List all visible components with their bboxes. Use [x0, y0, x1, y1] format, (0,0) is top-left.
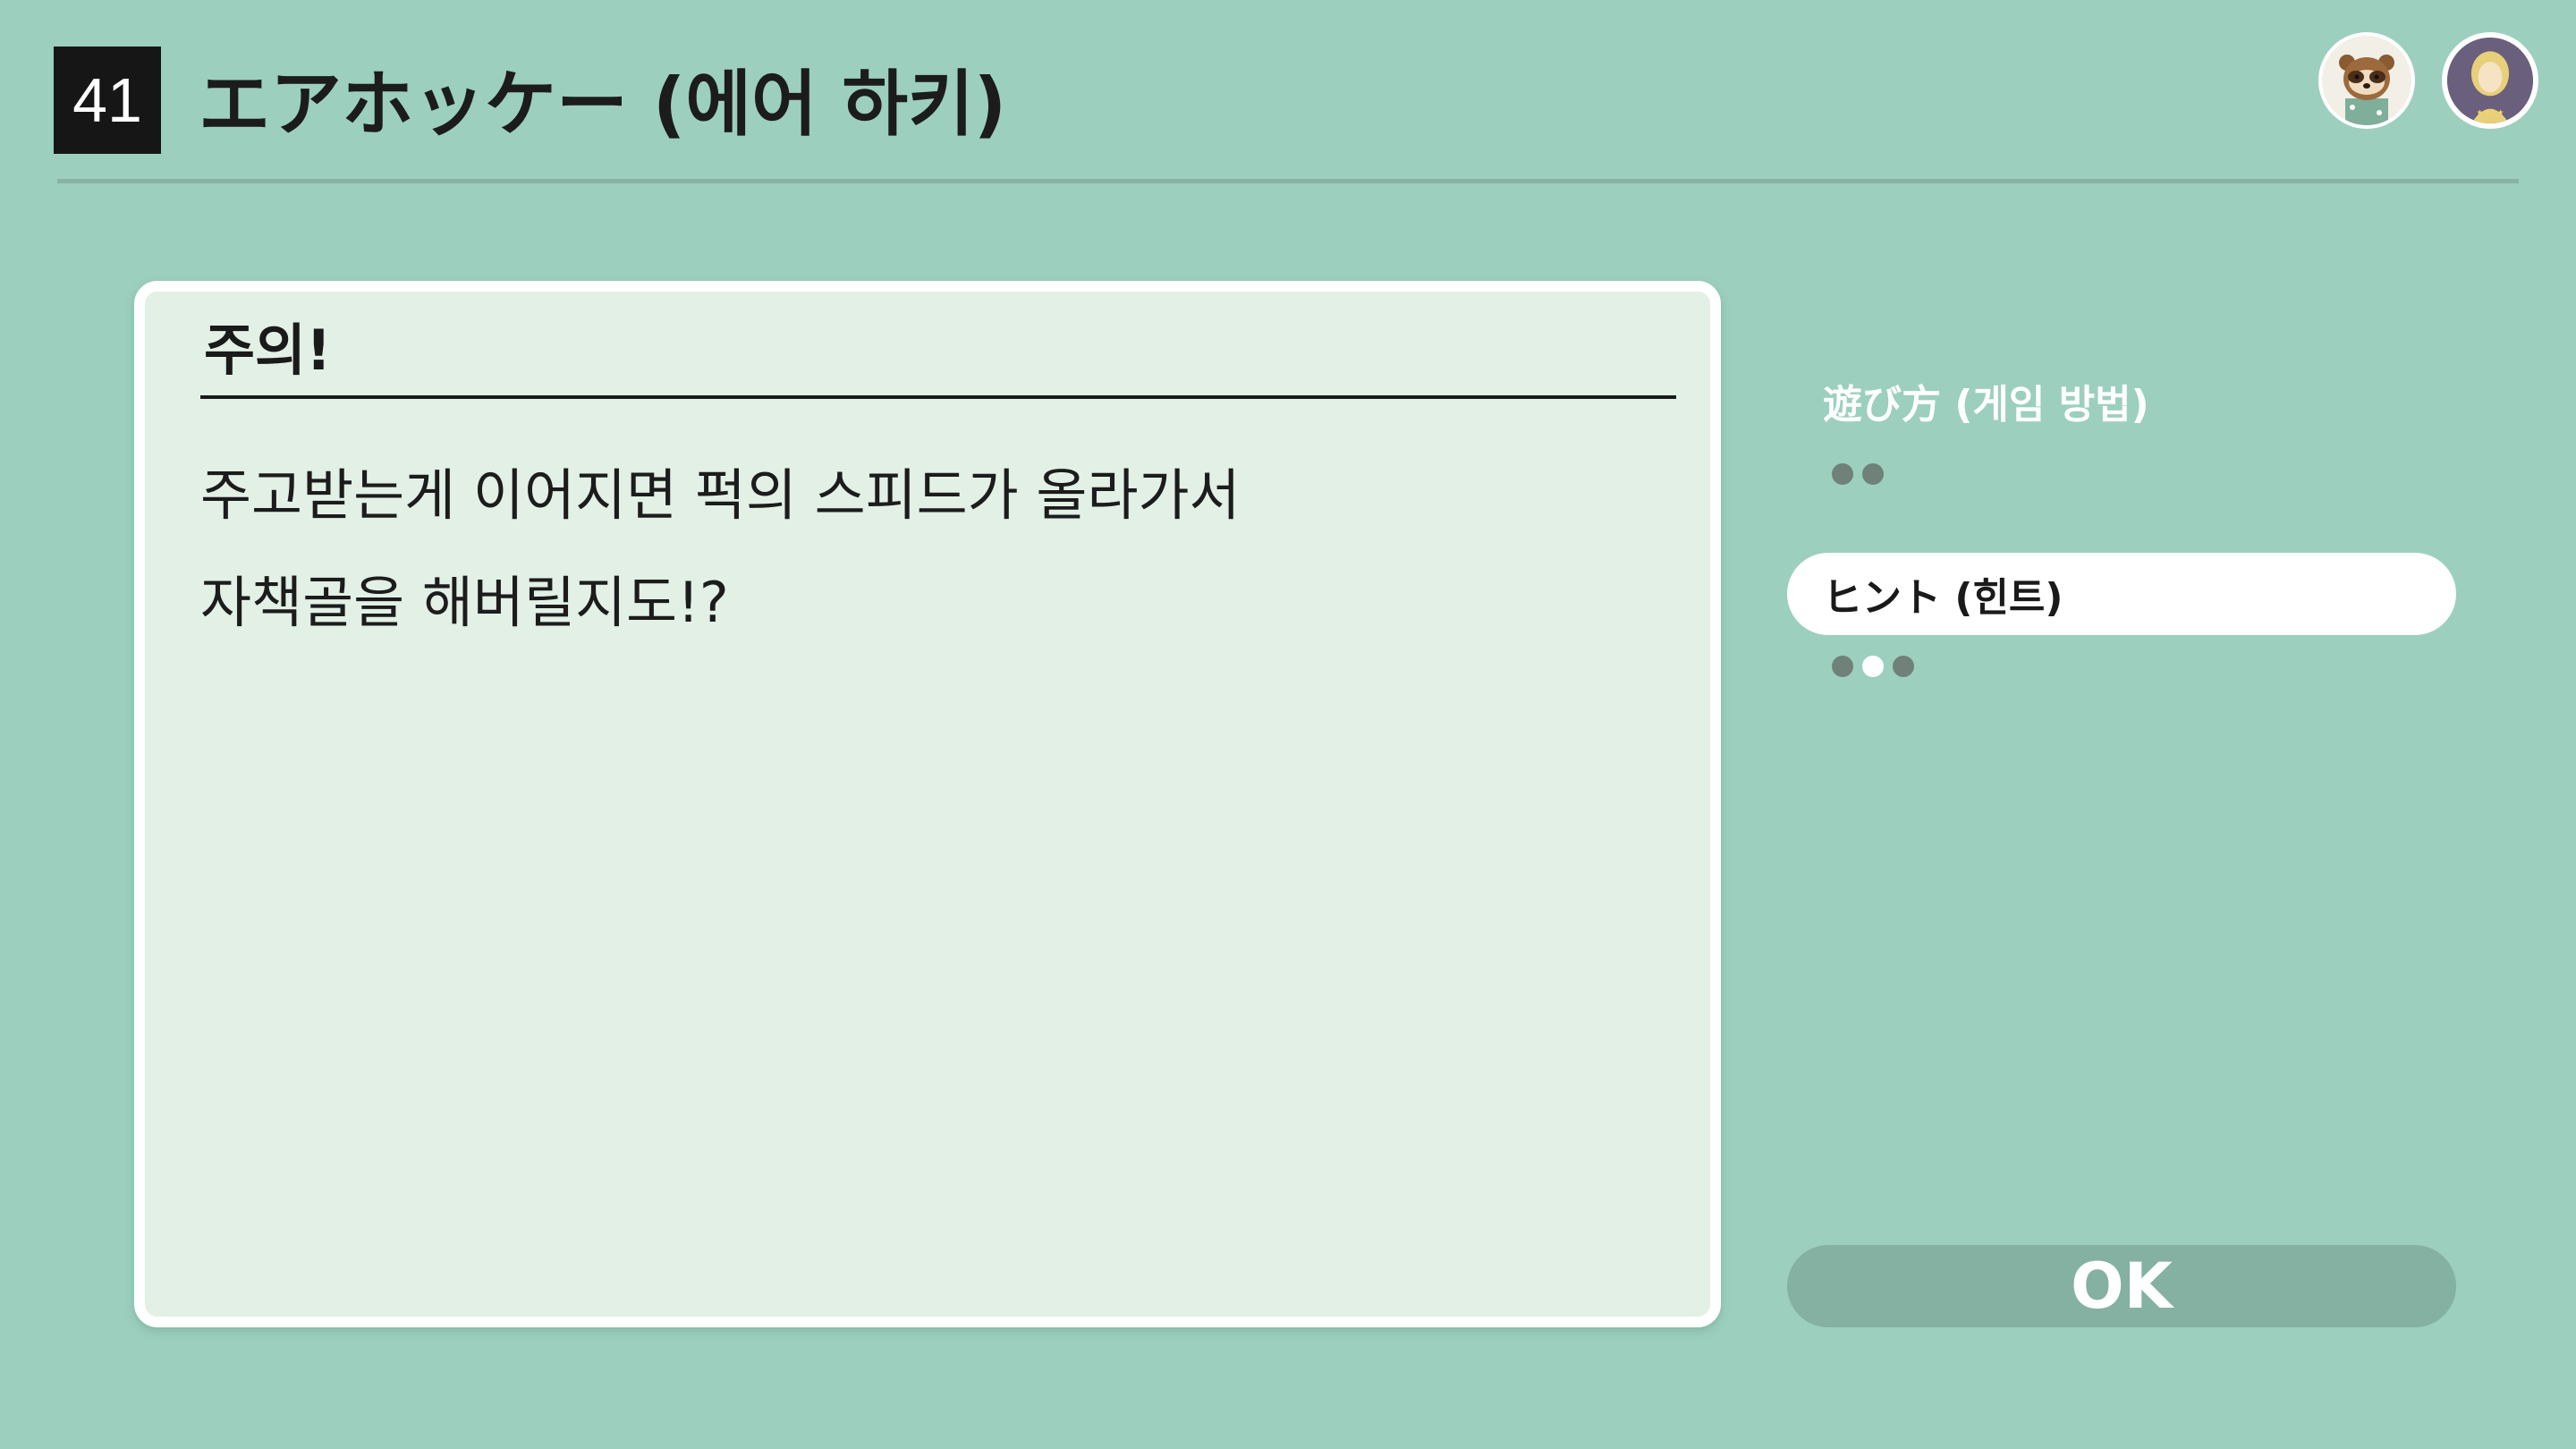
card-body: 주고받는게 이어지면 퍽의 스피드가 올라가서 자책골을 해버릴지도!?	[200, 442, 1676, 657]
ok-button[interactable]: OK	[1787, 1245, 2456, 1327]
how-to-play-page-dots	[1832, 463, 1884, 485]
user-avatar[interactable]: ★★★★	[2442, 32, 2538, 129]
page-dot	[1832, 656, 1853, 677]
page-dot-active	[1862, 656, 1884, 677]
page-dot	[1862, 463, 1884, 485]
blonde-user-avatar-icon: ★★★★	[2447, 38, 2533, 123]
menu-item-label: 遊び方 (게임 방법)	[1823, 382, 2149, 428]
card-body-line: 주고받는게 이어지면 퍽의 스피드가 올라가서	[200, 462, 1241, 528]
header-divider	[57, 179, 2519, 183]
svg-text:★★★★: ★★★★	[2477, 108, 2504, 117]
card-heading-divider	[200, 395, 1676, 399]
hint-page-dots	[1832, 656, 1914, 677]
page-dot	[1893, 656, 1914, 677]
game-title: エアホッケー (에어 하키)	[199, 63, 1007, 146]
tanuki-villager-avatar-icon	[2322, 36, 2411, 125]
menu-item-hint[interactable]: ヒント (힌트)	[1787, 553, 2456, 635]
card-heading: 주의!	[204, 318, 332, 383]
page-dot	[1832, 463, 1853, 485]
hint-card: 주의! 주고받는게 이어지면 퍽의 스피드가 올라가서 자책골을 해버릴지도!?	[134, 281, 1721, 1327]
menu-item-how-to-play[interactable]: 遊び方 (게임 방법)	[1787, 360, 2456, 442]
card-body-line: 자책골을 해버릴지도!?	[200, 570, 729, 635]
game-number-badge: 41	[54, 47, 161, 154]
menu-item-label: ヒント (힌트)	[1823, 575, 2063, 621]
villager-avatar[interactable]	[2318, 32, 2415, 129]
